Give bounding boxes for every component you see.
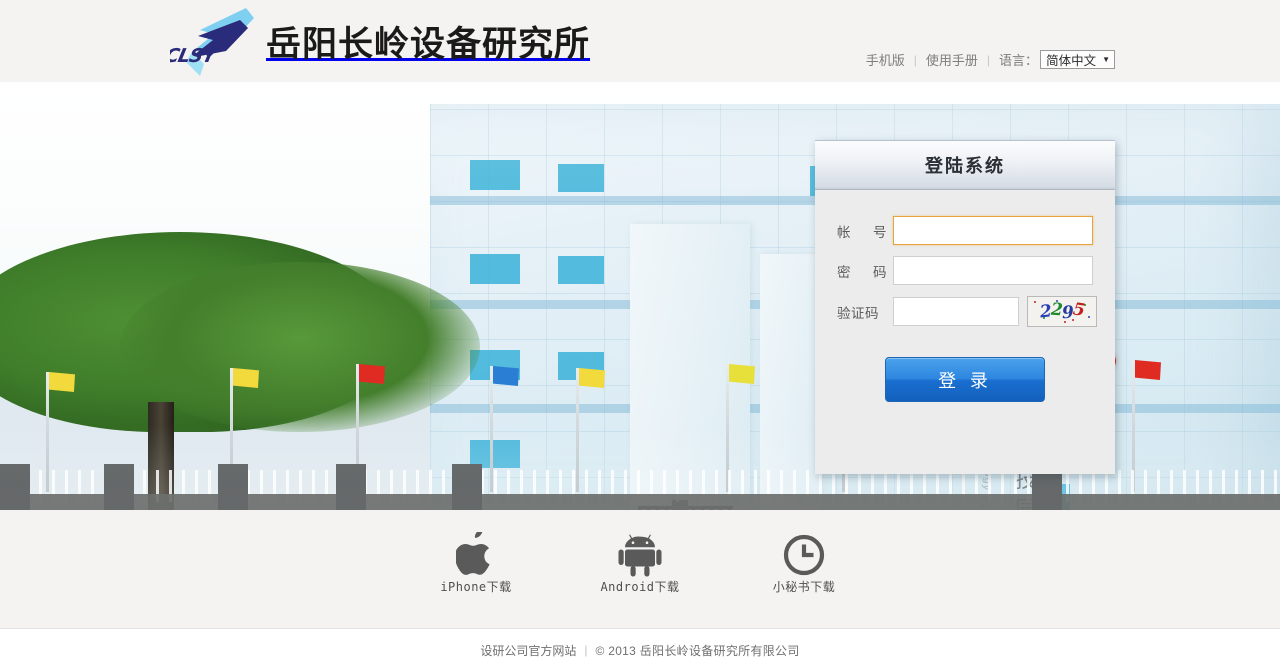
site-header: CLSY 岳阳长岭设备研究所 手机版 | 使用手册 | 语言： 简体中文 ▼ xyxy=(0,0,1280,82)
download-strip: iPhone下载 Android下载 小秘书下载 xyxy=(0,510,1280,628)
organization-name: 岳阳长岭设备研究所 xyxy=(266,24,591,65)
nav-separator-2: | xyxy=(986,52,991,67)
password-label-char-2: 码 xyxy=(873,264,887,281)
download-iphone-label: iPhone下载 xyxy=(440,580,512,594)
svg-text:CLSY: CLSY xyxy=(170,44,220,67)
login-form: 帐 号 密 码 验证码 2295 xyxy=(815,190,1115,327)
nav-mobile-version-link[interactable]: 手机版 xyxy=(866,50,905,69)
header-nav: 手机版 | 使用手册 | 语言： 简体中文 ▼ xyxy=(866,50,1115,69)
account-row: 帐 号 xyxy=(837,216,1093,245)
account-label: 帐 号 xyxy=(837,221,893,241)
chevron-down-icon: ▼ xyxy=(1102,54,1110,64)
login-panel: 登陆系统 帐 号 密 码 验证码 2295 登 录 xyxy=(815,140,1115,474)
download-secretary-label: 小秘书下载 xyxy=(772,580,836,594)
login-submit-button[interactable]: 登 录 xyxy=(885,357,1045,402)
password-input[interactable] xyxy=(893,256,1093,285)
download-android[interactable]: Android下载 xyxy=(585,532,695,596)
password-row: 密 码 xyxy=(837,256,1093,285)
captcha-digit-4: 5 xyxy=(1071,299,1086,321)
clock-icon xyxy=(749,532,859,578)
language-select-value: 简体中文 xyxy=(1046,54,1097,68)
android-icon xyxy=(585,532,695,578)
nav-separator-1: | xyxy=(913,52,917,67)
captcha-label: 验证码 xyxy=(837,305,879,322)
site-footer: 设研公司官方网站 | © 2013 岳阳长岭设备研究所有限公司 xyxy=(0,628,1280,671)
hero-banner: Yuxiang Technology Park 宇翔科技园 xyxy=(0,82,1280,510)
download-secretary[interactable]: 小秘书下载 xyxy=(749,532,859,596)
banner-wall xyxy=(0,494,1280,510)
footer-separator: | xyxy=(584,643,588,657)
password-label: 密 码 xyxy=(837,261,893,281)
arrow-swoosh-logo-icon: CLSY xyxy=(163,6,258,76)
account-input[interactable] xyxy=(893,216,1093,245)
nav-user-manual-link[interactable]: 使用手册 xyxy=(926,50,978,69)
download-iphone[interactable]: iPhone下载 xyxy=(421,532,531,596)
password-label-char-1: 密 xyxy=(837,264,851,281)
captcha-row: 验证码 2295 xyxy=(837,296,1097,327)
captcha-image[interactable]: 2295 xyxy=(1027,296,1097,327)
download-android-label: Android下载 xyxy=(600,580,680,594)
captcha-input[interactable] xyxy=(893,297,1019,326)
footer-copyright: © 2013 岳阳长岭设备研究所有限公司 xyxy=(595,643,800,658)
login-panel-header: 登陆系统 xyxy=(815,140,1115,190)
apple-icon xyxy=(421,532,531,578)
footer-official-site-link[interactable]: 设研公司官方网站 xyxy=(480,642,576,659)
captcha-image-text: 2295 xyxy=(1028,299,1096,323)
brand-logo-link[interactable]: CLSY 岳阳长岭设备研究所 xyxy=(163,4,591,78)
language-select[interactable]: 简体中文 ▼ xyxy=(1040,50,1115,69)
language-label: 语言： xyxy=(999,53,1039,68)
login-panel-title: 登陆系统 xyxy=(925,156,1005,177)
account-label-char-2: 号 xyxy=(873,224,887,241)
account-label-char-1: 帐 xyxy=(837,224,851,241)
